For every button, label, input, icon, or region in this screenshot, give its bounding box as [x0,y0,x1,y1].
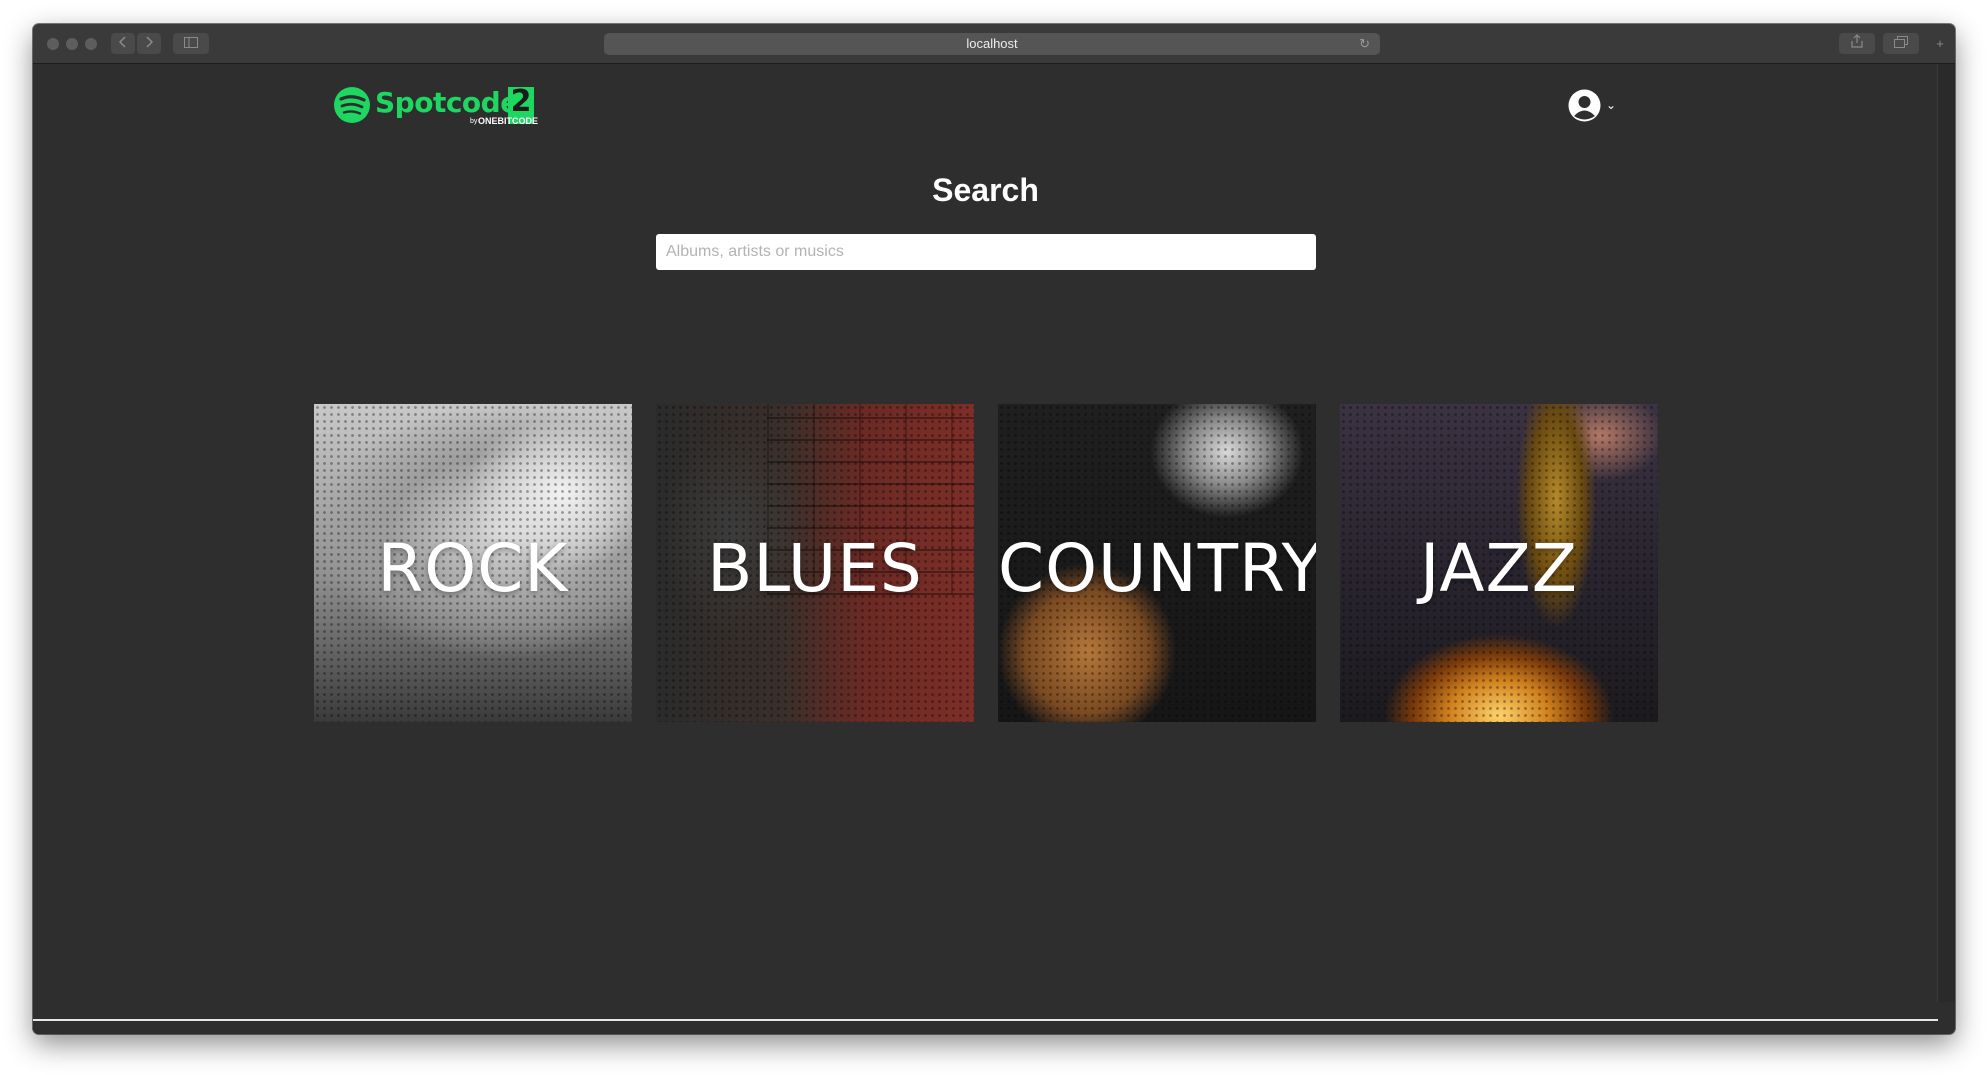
genre-label: JAZZ [1420,530,1578,607]
genre-label: ROCK [377,530,569,607]
close-window-button[interactable] [47,38,59,50]
logo-by: by [470,118,478,125]
tabs-button[interactable] [1883,33,1919,54]
logo-text: Spotcode [375,86,519,119]
new-tab-button[interactable]: + [1930,33,1950,54]
genre-label: BLUES [707,530,923,607]
search-input[interactable] [656,234,1316,270]
address-bar[interactable]: localhost ↻ [604,33,1380,55]
genre-card-country[interactable]: COUNTRY [998,404,1316,722]
chevron-down-icon[interactable]: ⌄ [1606,98,1616,112]
share-button[interactable] [1839,33,1875,54]
genre-card-jazz[interactable]: JAZZ [1340,404,1658,722]
chevron-right-icon [146,36,154,48]
zoom-window-button[interactable] [85,38,97,50]
scrollbar[interactable] [1937,64,1955,1002]
heart-icon[interactable] [1409,1033,1437,1034]
user-avatar-icon[interactable] [1568,89,1601,122]
app-content: Spotcode 2 by ONEBITCODE ⌄ Search ROCK B… [33,64,1938,1034]
logo-brand: ONEBITCODE [478,116,539,126]
sidebar-toggle-button[interactable] [173,33,209,54]
share-icon [1851,34,1863,48]
genre-card-rock[interactable]: ROCK [314,404,632,722]
address-text: localhost [966,36,1018,51]
search-icon[interactable] [960,1033,988,1034]
tabs-icon [1894,36,1908,48]
reload-icon[interactable]: ↻ [1359,33,1370,55]
browser-toolbar: localhost ↻ + [33,24,1955,64]
home-icon[interactable] [512,1033,540,1034]
minimize-window-button[interactable] [66,38,78,50]
browser-window: localhost ↻ + Spotcode 2 by ONEBITCODE ⌄… [33,24,1955,1034]
genre-label: COUNTRY [998,530,1316,607]
genre-card-blues[interactable]: BLUES [656,404,974,722]
page-title: Search [932,172,1039,208]
bottom-navigation [33,1019,1938,1034]
forward-button[interactable] [137,33,161,54]
chevron-left-icon [118,36,126,48]
back-button[interactable] [111,33,135,54]
sidebar-icon [184,37,198,48]
spotify-waves-icon [334,87,370,123]
